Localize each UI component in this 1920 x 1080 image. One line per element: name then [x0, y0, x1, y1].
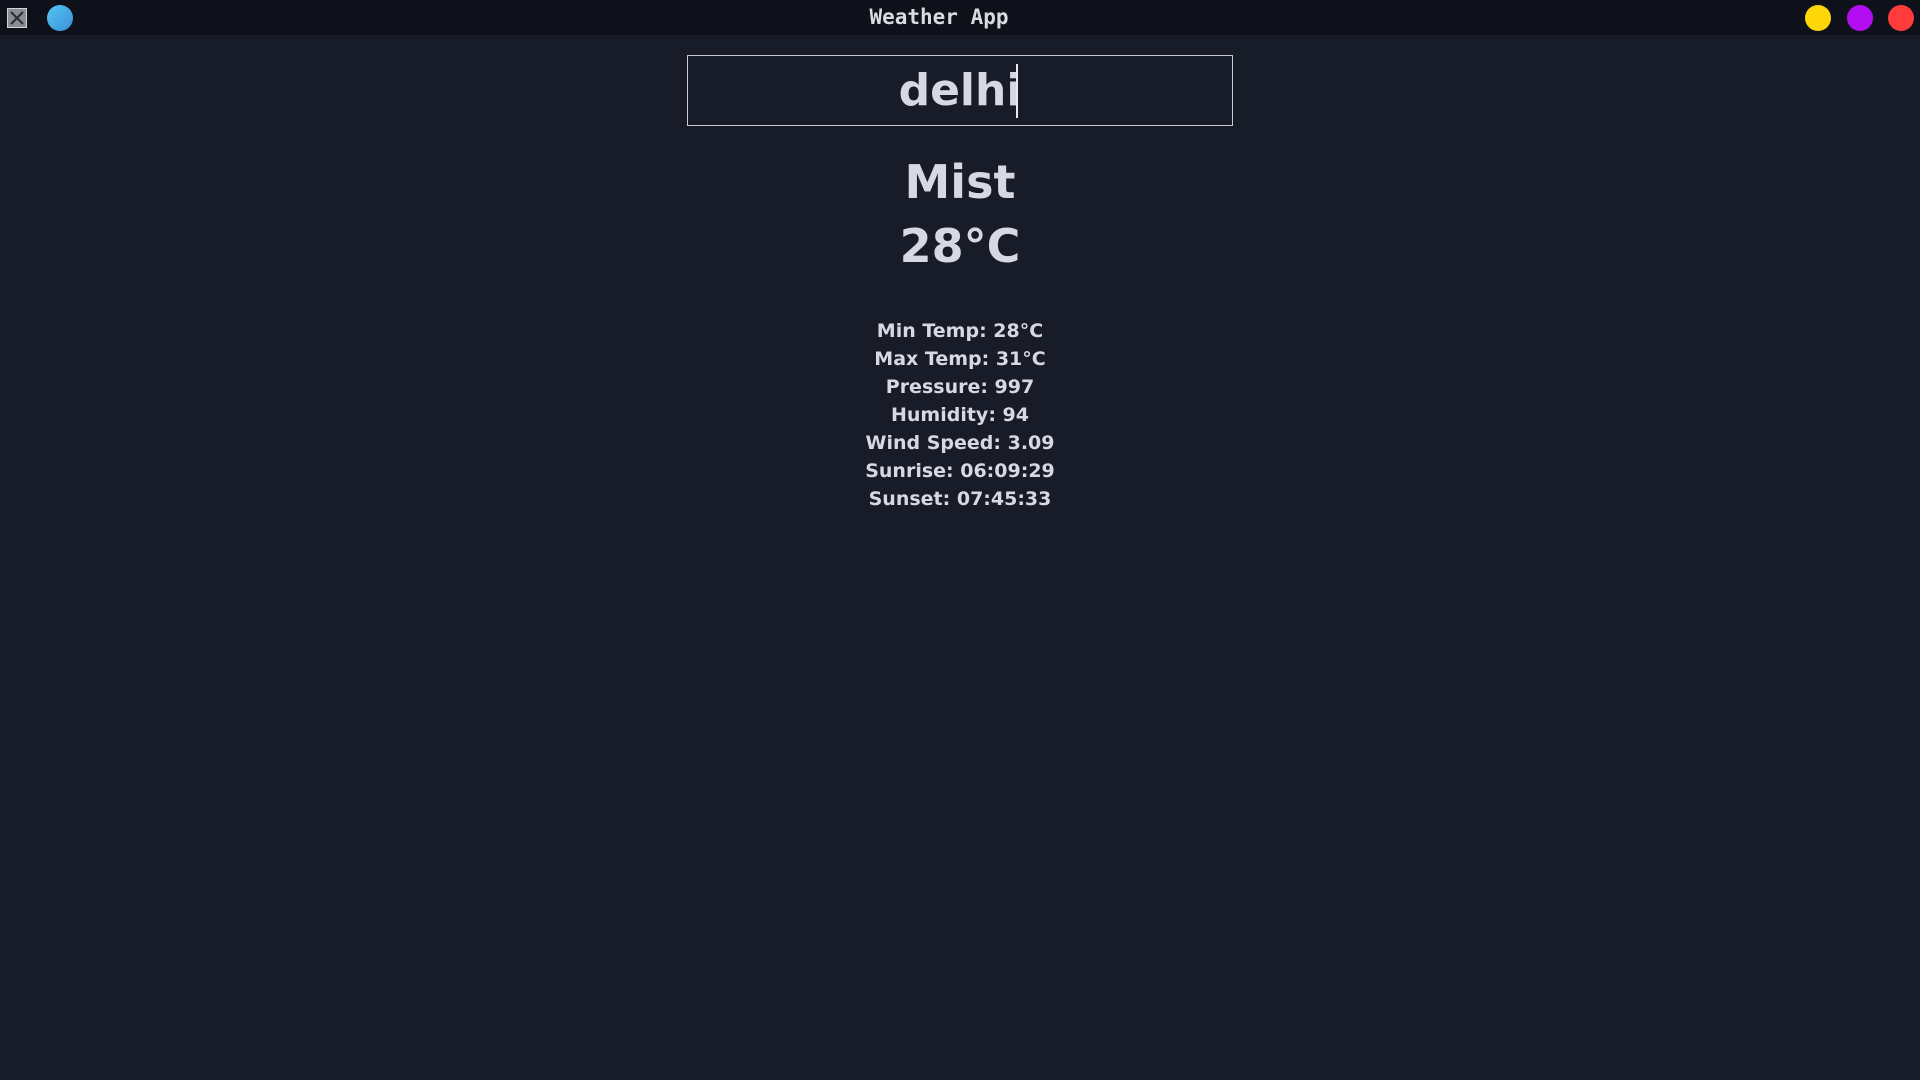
- max-temp: Max Temp: 31°C: [874, 348, 1046, 370]
- humidity: Humidity: 94: [891, 404, 1029, 426]
- wind-speed: Wind Speed: 3.09: [865, 432, 1055, 454]
- current-temperature: 28°C: [899, 219, 1021, 273]
- pressure: Pressure: 997: [885, 376, 1035, 398]
- weather-panel: Mist 28°C Min Temp: 28°C Max Temp: 31°C …: [0, 150, 1920, 513]
- window-title: Weather App: [869, 5, 1009, 29]
- app-icon[interactable]: [7, 8, 27, 28]
- min-temp: Min Temp: 28°C: [876, 320, 1044, 342]
- minimize-button[interactable]: [1805, 5, 1831, 31]
- weather-details: Min Temp: 28°C Max Temp: 31°C Pressure: …: [0, 317, 1920, 513]
- city-search-box[interactable]: [687, 55, 1233, 126]
- app-indicator-icon[interactable]: [47, 5, 73, 31]
- title-bar: Weather App: [0, 0, 1920, 35]
- close-button[interactable]: [1888, 5, 1914, 31]
- maximize-button[interactable]: [1847, 5, 1873, 31]
- city-search-input[interactable]: [688, 64, 1232, 117]
- weather-condition: Mist: [904, 155, 1016, 209]
- text-caret: [1016, 64, 1018, 118]
- sunrise: Sunrise: 06:09:29: [865, 460, 1055, 482]
- sunset: Sunset: 07:45:33: [868, 488, 1052, 510]
